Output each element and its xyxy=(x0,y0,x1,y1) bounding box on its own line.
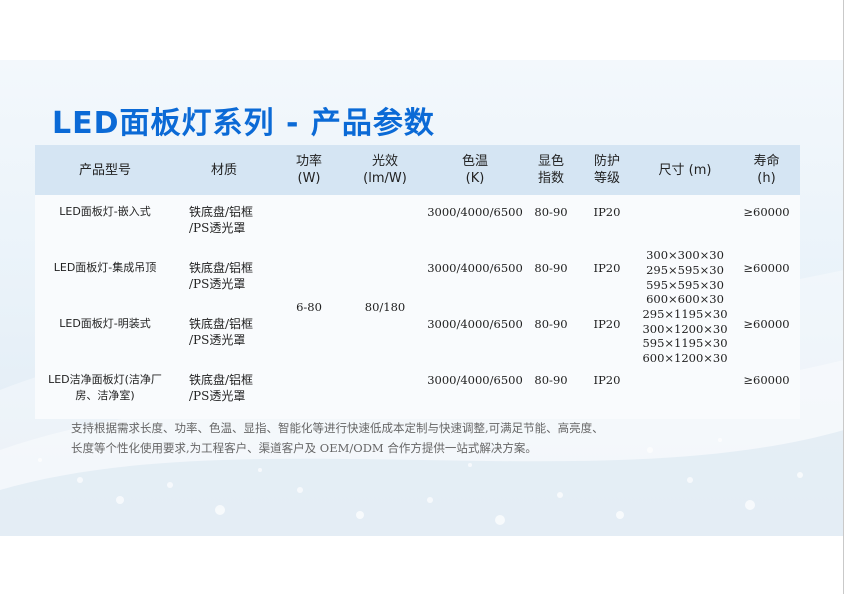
size-value: 595×595×30 xyxy=(646,277,724,292)
size-value: 595×1195×30 xyxy=(642,336,728,351)
material-cell: 铁底盘/铝框/PS透光罩 xyxy=(189,205,254,235)
header-material: 材质 xyxy=(175,145,273,195)
cct-cell: 3000/4000/6500 xyxy=(427,373,523,387)
cri-cell: 80-90 xyxy=(534,373,568,387)
size-cell: 300×300×30 295×595×30 595×595×30 600×600… xyxy=(637,195,733,419)
model-cell: LED面板灯-嵌入式 xyxy=(59,205,151,218)
header-power: 功率 (W) xyxy=(273,145,345,195)
life-cell: ≥60000 xyxy=(743,261,790,275)
size-value: 295×595×30 xyxy=(646,262,724,277)
model-cell: LED面板灯-集成吊顶 xyxy=(53,261,157,274)
model-cell: LED洁净面板灯(洁净厂 房、洁净室) xyxy=(48,373,162,402)
cct-cell: 3000/4000/6500 xyxy=(427,261,523,275)
description-line: 支持根据需求长度、功率、色温、显指、智能化等进行快速低成本定制与快速调整,可满足… xyxy=(71,421,604,435)
model-cell: LED面板灯-明装式 xyxy=(59,317,151,330)
cri-cell: 80-90 xyxy=(534,317,568,331)
header-cri: 显色 指数 xyxy=(525,145,577,195)
header-size: 尺寸 (m) xyxy=(637,145,733,195)
header-ip: 防护 等级 xyxy=(577,145,637,195)
efficacy-cell: 80/180 xyxy=(364,300,406,314)
cct-cell: 3000/4000/6500 xyxy=(427,317,523,331)
header-model: 产品型号 xyxy=(35,145,175,195)
ip-cell: IP20 xyxy=(593,373,621,387)
material-cell: 铁底盘/铝框/PS透光罩 xyxy=(189,317,254,347)
ip-cell: IP20 xyxy=(593,205,621,219)
spec-table: 产品型号 材质 功率 (W) 光效 (lm/W) 色温 (K) 显色 指数 防护 等级 尺… xyxy=(35,145,800,419)
table-row: LED面板灯-嵌入式 铁底盘/铝框/PS透光罩 6-80 80/180 3000… xyxy=(35,195,800,365)
material-cell: 铁底盘/铝框/PS透光罩 xyxy=(189,261,254,291)
header-life: 寿命 (h) xyxy=(733,145,800,195)
cct-cell: 3000/4000/6500 xyxy=(427,205,523,219)
cri-cell: 80-90 xyxy=(534,205,568,219)
table-header-row: 产品型号 材质 功率 (W) 光效 (lm/W) 色温 (K) 显色 指数 防护 等级 尺… xyxy=(35,145,800,195)
life-cell: ≥60000 xyxy=(743,205,790,219)
power-cell: 6-80 xyxy=(296,300,322,314)
cri-cell: 80-90 xyxy=(534,261,568,275)
description-text: 支持根据需求长度、功率、色温、显指、智能化等进行快速低成本定制与快速调整,可满足… xyxy=(71,418,691,458)
material-cell: 铁底盘/铝框/PS透光罩 xyxy=(189,373,254,403)
ip-cell: IP20 xyxy=(593,261,621,275)
size-value: 300×300×30 xyxy=(646,248,724,263)
header-cct: 色温 (K) xyxy=(425,145,525,195)
header-efficacy: 光效 (lm/W) xyxy=(345,145,425,195)
life-cell: ≥60000 xyxy=(743,373,790,387)
page-title: LED面板灯系列 - 产品参数 xyxy=(52,106,435,141)
description-line: 长度等个性化使用要求,为工程客户、渠道客户及 OEM/ODM 合作方提供一站式解… xyxy=(71,441,537,455)
size-value: 295×1195×30 xyxy=(642,307,728,321)
size-value: 300×1200×30 xyxy=(642,321,728,336)
size-value: 600×600×30 xyxy=(646,292,724,307)
size-value: 600×1200×30 xyxy=(642,351,728,366)
ip-cell: IP20 xyxy=(593,317,621,331)
life-cell: ≥60000 xyxy=(743,317,790,331)
